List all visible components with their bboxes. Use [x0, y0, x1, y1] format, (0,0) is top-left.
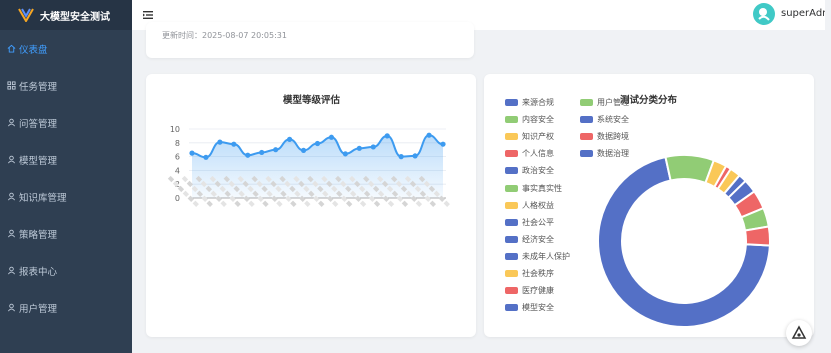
sidebar-item-label: 问答管理 — [19, 118, 58, 130]
model-level-card: 模型等级评估 0246810 — [146, 74, 476, 337]
line-point — [314, 140, 321, 147]
line-point — [356, 145, 362, 151]
sidebar-item-2[interactable]: 问答管理 — [0, 104, 132, 141]
user-icon — [7, 303, 16, 312]
sidebar-item-4[interactable]: 知识库管理 — [0, 178, 132, 215]
app-title: 大模型安全测试 — [40, 11, 110, 23]
y-tick-label: 8 — [175, 139, 180, 148]
user-icon — [7, 192, 16, 201]
line-point — [398, 154, 404, 160]
line-point — [440, 141, 446, 147]
sidebar-item-1[interactable]: 任务管理 — [0, 67, 132, 104]
line-point — [342, 151, 348, 157]
y-tick-label: 6 — [175, 153, 180, 162]
sidebar-item-5[interactable]: 策略管理 — [0, 215, 132, 252]
page-scrollbar[interactable] — [825, 0, 831, 353]
line-chart-title: 模型等级评估 — [283, 95, 341, 106]
sidebar-item-label: 知识库管理 — [19, 192, 67, 204]
line-point — [273, 147, 279, 153]
assistant-icon — [791, 325, 807, 339]
home-icon — [7, 44, 16, 53]
update-time: 更新时间：2025-08-07 20:05:31 — [162, 31, 287, 40]
donut-slice[interactable] — [743, 225, 771, 247]
sidebar-item-label: 仪表盘 — [19, 44, 48, 56]
line-point — [300, 147, 307, 153]
line-point — [245, 152, 251, 158]
menu-toggle-icon[interactable] — [142, 9, 154, 21]
sidebar-item-3[interactable]: 模型管理 — [0, 141, 132, 178]
sidebar-item-label: 任务管理 — [19, 81, 58, 93]
line-chart: 0246810 — [167, 125, 450, 207]
y-tick-label: 4 — [175, 166, 180, 175]
sidebar-item-label: 报表中心 — [19, 266, 58, 278]
sidebar-item-6[interactable]: 报表中心 — [0, 252, 132, 289]
assistant-button[interactable] — [786, 320, 812, 346]
donut-chart — [597, 154, 771, 328]
avatar-icon — [758, 8, 770, 21]
line-point — [384, 133, 390, 139]
sidebar-item-7[interactable]: 用户管理 — [0, 289, 132, 326]
line-point — [287, 136, 293, 142]
grid-icon — [7, 81, 16, 90]
line-point — [217, 139, 223, 145]
line-point — [412, 153, 418, 159]
avatar[interactable] — [753, 3, 775, 25]
sidebar: 大模型安全测试 仪表盘任务管理问答管理模型管理知识库管理策略管理报表中心用户管理 — [0, 0, 132, 353]
line-point — [189, 150, 195, 156]
y-tick-label: 0 — [175, 194, 180, 203]
sidebar-item-0[interactable]: 仪表盘 — [0, 30, 132, 67]
sidebar-item-label: 策略管理 — [19, 229, 58, 241]
category-card: 测试分类分布 来源合规 内容安全 知识产权 个人信息 政治安全 事实真实性 人格权益 社会公平… — [484, 74, 814, 337]
user-icon — [7, 229, 16, 238]
sidebar-item-label: 用户管理 — [19, 303, 58, 315]
line-point — [259, 149, 265, 156]
sidebar-item-label: 模型管理 — [19, 155, 58, 167]
logo-icon — [18, 8, 34, 22]
line-point — [231, 141, 237, 147]
user-icon — [7, 118, 16, 127]
line-point — [203, 154, 209, 160]
user-icon — [7, 266, 16, 275]
username[interactable]: superAdmin — [781, 8, 831, 19]
user-icon — [7, 155, 16, 164]
line-point — [328, 134, 335, 140]
y-tick-label: 10 — [170, 125, 180, 134]
line-point — [370, 144, 376, 150]
line-point — [426, 132, 432, 138]
brand[interactable]: 大模型安全测试 — [0, 0, 132, 30]
